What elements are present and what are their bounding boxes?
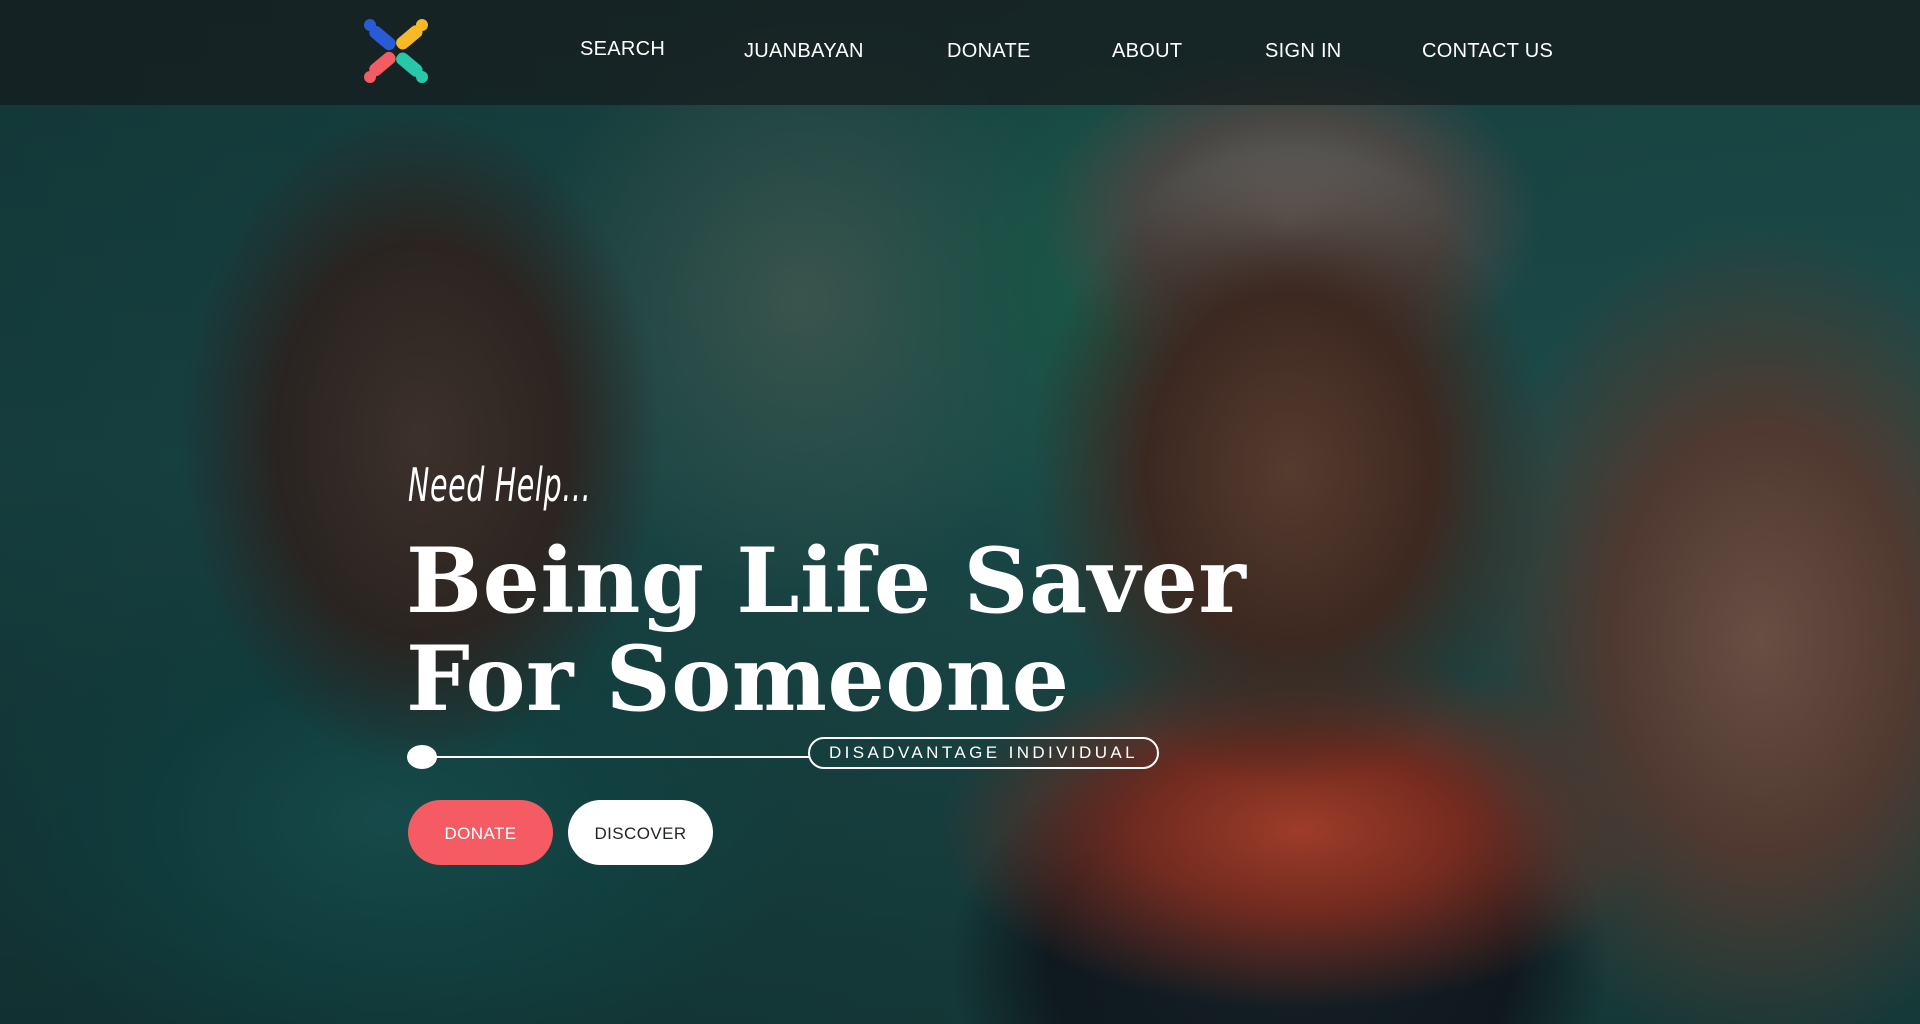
category-badge: DISADVANTAGE INDIVIDUAL <box>808 737 1159 769</box>
hero-overlay <box>0 0 1920 1024</box>
slider-track[interactable] <box>410 756 810 758</box>
hero-tagline: Need Help... <box>408 458 592 512</box>
nav-sign-in[interactable]: SIGN IN <box>1265 40 1342 63</box>
nav-juanbayan[interactable]: JUANBAYAN <box>744 40 864 63</box>
top-navigation-bar: SEARCH JUANBAYAN DONATE ABOUT SIGN IN CO… <box>0 0 1920 105</box>
nav-contact-us[interactable]: CONTACT US <box>1422 40 1553 63</box>
nav-about[interactable]: ABOUT <box>1112 40 1182 63</box>
donate-button[interactable]: DONATE <box>408 800 553 865</box>
main-nav: SEARCH JUANBAYAN DONATE ABOUT SIGN IN CO… <box>0 38 1920 66</box>
hero-headline: Being Life Saver For Someone <box>406 532 1246 728</box>
landing-page: SEARCH JUANBAYAN DONATE ABOUT SIGN IN CO… <box>0 0 1920 1024</box>
slider-handle[interactable] <box>407 745 437 769</box>
nav-donate[interactable]: DONATE <box>947 40 1031 63</box>
hero-headline-line-2: For Someone <box>406 626 1070 732</box>
nav-search[interactable]: SEARCH <box>580 38 665 61</box>
hero-headline-line-1: Being Life Saver <box>406 528 1247 634</box>
discover-button[interactable]: DISCOVER <box>568 800 713 865</box>
